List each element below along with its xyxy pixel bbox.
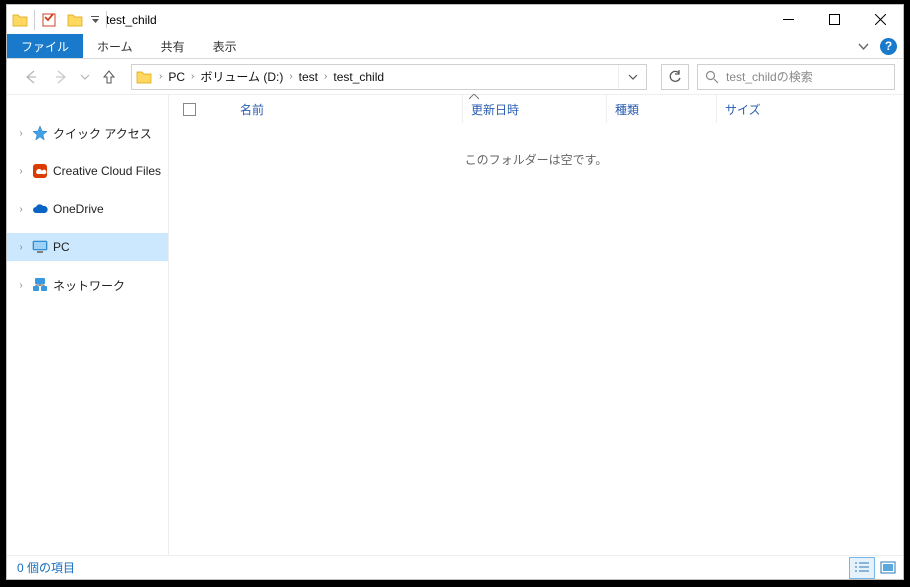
- column-size[interactable]: サイズ: [716, 95, 816, 123]
- breadcrumb-volume[interactable]: ボリューム (D:): [197, 65, 286, 89]
- address-history-dropdown[interactable]: [618, 65, 646, 89]
- navigation-bar: › PC › ボリューム (D:) › test › test_child: [7, 59, 903, 95]
- window-controls: [765, 5, 903, 34]
- breadcrumb-test[interactable]: test: [296, 65, 321, 89]
- sidebar-item-label: Creative Cloud Files: [53, 164, 161, 178]
- cloud-icon: [31, 200, 49, 218]
- chevron-right-icon[interactable]: ›: [15, 280, 27, 291]
- sidebar-item-label: クイック アクセス: [53, 125, 152, 142]
- sidebar-item-label: PC: [53, 240, 70, 254]
- sidebar-item-onedrive[interactable]: › OneDrive: [7, 195, 168, 223]
- window-title: test_child: [106, 13, 157, 27]
- sidebar-item-label: OneDrive: [53, 202, 104, 216]
- details-view-button[interactable]: [849, 557, 875, 579]
- sidebar-item-network[interactable]: › ネットワーク: [7, 271, 168, 299]
- tab-file[interactable]: ファイル: [7, 34, 83, 58]
- new-folder-button[interactable]: [62, 7, 88, 33]
- ribbon-tabs: ファイル ホーム 共有 表示 ?: [7, 34, 903, 59]
- sort-indicator-icon: [469, 94, 479, 100]
- file-list-pane: 名前 更新日時 種類 サイズ このフォルダーは空です。: [169, 95, 903, 555]
- up-button[interactable]: [95, 63, 123, 91]
- search-icon: [698, 70, 726, 84]
- select-all-checkbox[interactable]: [183, 103, 196, 116]
- folder-icon: [7, 7, 33, 33]
- refresh-button[interactable]: [661, 64, 689, 90]
- title-bar: test_child: [7, 5, 903, 34]
- status-bar: 0 個の項目: [7, 555, 903, 579]
- chevron-right-icon[interactable]: ›: [188, 71, 197, 82]
- chevron-right-icon[interactable]: ›: [15, 242, 27, 253]
- sidebar-item-creative-cloud[interactable]: › Creative Cloud Files: [7, 157, 168, 185]
- chevron-right-icon[interactable]: ›: [286, 71, 295, 82]
- ribbon-expand-button[interactable]: [852, 35, 874, 57]
- breadcrumb-test-child[interactable]: test_child: [330, 65, 387, 89]
- sidebar-item-pc[interactable]: › PC: [7, 233, 168, 261]
- separator: [106, 11, 107, 28]
- recent-locations-button[interactable]: [77, 63, 93, 91]
- back-button[interactable]: [17, 63, 45, 91]
- close-button[interactable]: [857, 5, 903, 34]
- chevron-right-icon[interactable]: ›: [15, 166, 27, 177]
- column-type[interactable]: 種類: [606, 95, 716, 123]
- maximize-button[interactable]: [811, 5, 857, 34]
- breadcrumb-pc[interactable]: PC: [165, 65, 188, 89]
- creative-cloud-icon: [31, 162, 49, 180]
- search-input[interactable]: [726, 70, 894, 84]
- minimize-button[interactable]: [765, 5, 811, 34]
- network-icon: [31, 276, 49, 294]
- explorer-body: › クイック アクセス › Creative Cloud Files ›: [7, 95, 903, 555]
- item-count: 0 個の項目: [17, 559, 75, 576]
- tab-home[interactable]: ホーム: [83, 34, 147, 58]
- properties-button[interactable]: [36, 7, 62, 33]
- navigation-pane: › クイック アクセス › Creative Cloud Files ›: [7, 95, 169, 555]
- large-icons-view-button[interactable]: [875, 557, 901, 579]
- chevron-right-icon[interactable]: ›: [156, 71, 165, 82]
- column-name[interactable]: 名前: [232, 95, 462, 123]
- column-date[interactable]: 更新日時: [462, 95, 606, 123]
- qat-dropdown[interactable]: [88, 7, 102, 33]
- tab-share[interactable]: 共有: [147, 34, 199, 58]
- column-headers: 名前 更新日時 種類 サイズ: [169, 95, 903, 123]
- empty-folder-message: このフォルダーは空です。: [169, 151, 903, 168]
- tab-view[interactable]: 表示: [199, 34, 251, 58]
- help-button[interactable]: ?: [880, 38, 897, 55]
- folder-icon: [132, 69, 156, 85]
- sidebar-item-quick-access[interactable]: › クイック アクセス: [7, 119, 168, 147]
- forward-button[interactable]: [47, 63, 75, 91]
- pc-icon: [31, 238, 49, 256]
- chevron-right-icon[interactable]: ›: [15, 128, 27, 139]
- separator: [34, 10, 35, 30]
- address-bar[interactable]: › PC › ボリューム (D:) › test › test_child: [131, 64, 647, 90]
- chevron-right-icon[interactable]: ›: [15, 204, 27, 215]
- chevron-right-icon[interactable]: ›: [321, 71, 330, 82]
- star-icon: [31, 124, 49, 142]
- quick-access-toolbar: [7, 5, 102, 34]
- explorer-window: test_child ファイル ホーム 共有 表示 ?: [6, 4, 904, 580]
- sidebar-item-label: ネットワーク: [53, 277, 125, 294]
- search-box[interactable]: [697, 64, 895, 90]
